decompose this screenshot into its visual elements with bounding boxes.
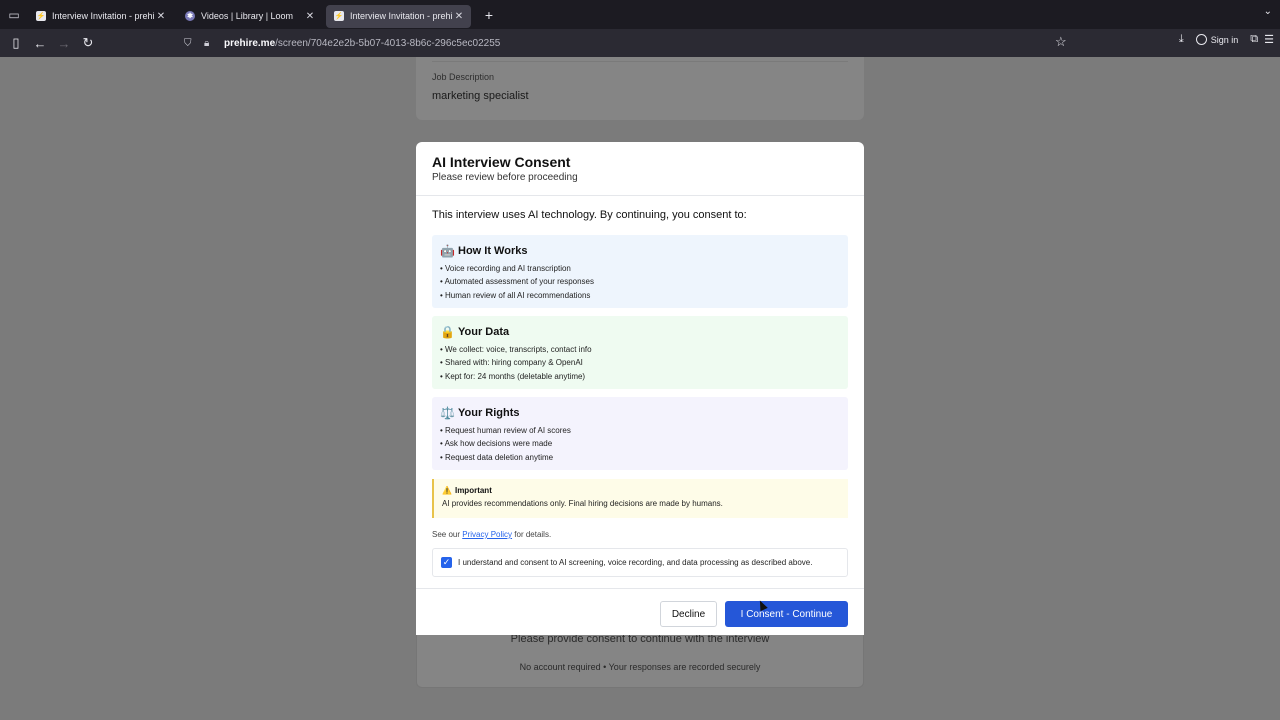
lock-icon: 🔒 bbox=[440, 325, 455, 339]
prehire-favicon-icon: ⚡ bbox=[36, 11, 46, 21]
privacy-policy-link[interactable]: Privacy Policy bbox=[462, 530, 512, 539]
close-icon[interactable]: ✕ bbox=[304, 11, 316, 22]
job-description-label: Job Description bbox=[432, 72, 495, 82]
bookmark-star-icon[interactable]: ☆ bbox=[1055, 34, 1067, 50]
section-title: Your Rights bbox=[458, 407, 520, 419]
privacy-suffix: for details. bbox=[512, 530, 552, 539]
modal-footer: Decline I Consent - Continue bbox=[416, 588, 864, 635]
account-icon bbox=[1195, 34, 1207, 45]
privacy-note: See our Privacy Policy for details. bbox=[432, 530, 551, 539]
list-item: • Request data deletion anytime bbox=[440, 452, 554, 462]
tab-title: Interview Invitation - prehire.me bbox=[52, 11, 155, 21]
loom-favicon-icon: ✱ bbox=[185, 11, 195, 21]
back-arrow-icon[interactable]: ← bbox=[28, 31, 52, 55]
list-item: • Automated assessment of your responses bbox=[440, 277, 594, 287]
extensions-icon[interactable]: ⧉ bbox=[1250, 33, 1258, 46]
section-title: Your Data bbox=[458, 326, 510, 338]
sign-in-button[interactable]: Sign in bbox=[1190, 31, 1245, 48]
notice-heading: ⚠️ Important bbox=[442, 486, 840, 495]
privacy-prefix: See our bbox=[432, 530, 463, 539]
close-icon[interactable]: ✕ bbox=[155, 11, 167, 22]
robot-icon: 🤖 bbox=[440, 244, 455, 258]
browser-tab-3[interactable]: ⚡ Interview Invitation - prehire.me ✕ bbox=[326, 4, 471, 28]
intro-text: This interview uses AI technology. By co… bbox=[432, 209, 747, 221]
toolbar-right: ⤓ Sign in ⧉ ☰ bbox=[1179, 31, 1274, 48]
section-heading: ⚖️ Your Rights bbox=[440, 406, 840, 420]
warning-icon: ⚠️ bbox=[442, 486, 452, 495]
section-heading: 🤖 How It Works bbox=[440, 244, 840, 258]
browser-tab-2[interactable]: ✱ Videos | Library | Loom ✕ bbox=[177, 5, 322, 28]
list-item: • Request human review of AI scores bbox=[440, 426, 571, 435]
your-data-section: 🔒 Your Data • We collect: voice, transcr… bbox=[432, 316, 848, 389]
scales-icon: ⚖️ bbox=[440, 406, 455, 420]
browser-nav-bar: ▯ ← → ↻ ⛉ 🔒︎ prehire.me/screen/704e2e2b-… bbox=[0, 29, 1280, 57]
modal-header: AI Interview Consent Please review befor… bbox=[416, 142, 864, 196]
job-card: Job Description marketing specialist bbox=[416, 57, 864, 120]
shield-icon[interactable]: ⛉ bbox=[184, 38, 198, 49]
close-icon[interactable]: ✕ bbox=[453, 11, 465, 22]
consent-modal: AI Interview Consent Please review befor… bbox=[416, 142, 864, 635]
menu-icon[interactable]: ☰ bbox=[1264, 33, 1274, 46]
list-item: • Kept for: 24 months (deletable anytime… bbox=[440, 371, 586, 381]
notice-text: AI provides recommendations only. Final … bbox=[442, 499, 723, 508]
list-item: • Ask how decisions were made bbox=[440, 439, 553, 449]
chevron-down-icon[interactable]: ⌄ bbox=[1264, 6, 1272, 17]
tab-title: Videos | Library | Loom bbox=[201, 11, 294, 21]
list-item: • Voice recording and AI transcription bbox=[440, 264, 571, 273]
job-description-value: marketing specialist bbox=[432, 90, 529, 102]
modal-title: AI Interview Consent bbox=[432, 154, 571, 170]
modal-subtitle: Please review before proceeding bbox=[432, 172, 578, 183]
consent-checkbox[interactable]: ✓ bbox=[441, 557, 452, 568]
browser-tab-1[interactable]: ⚡ Interview Invitation - prehire.me ✕ bbox=[28, 5, 173, 28]
url-host: prehire.me bbox=[224, 37, 276, 49]
security-note: No account required • Your responses are… bbox=[519, 662, 761, 672]
decline-button[interactable]: Decline bbox=[660, 601, 717, 627]
prehire-favicon-icon: ⚡ bbox=[334, 11, 344, 21]
download-icon[interactable]: ⤓ bbox=[1179, 33, 1184, 46]
section-title: How It Works bbox=[458, 245, 528, 257]
notice-title: Important bbox=[454, 486, 492, 495]
consent-continue-button[interactable]: I Consent - Continue bbox=[725, 601, 848, 627]
url-path: /screen/704e2e2b-5b07-4013-8b6c-296c5ec0… bbox=[275, 37, 501, 49]
list-item: • Shared with: hiring company & OpenAI bbox=[440, 358, 583, 368]
browser-tab-bar: ▭ ⚡ Interview Invitation - prehire.me ✕ … bbox=[0, 0, 1280, 29]
list-item: • We collect: voice, transcripts, contac… bbox=[440, 345, 592, 354]
address-bar[interactable]: ⛉ 🔒︎ prehire.me/screen/704e2e2b-5b07-401… bbox=[178, 33, 1078, 53]
reload-icon[interactable]: ↻ bbox=[76, 31, 100, 55]
lock-icon[interactable]: 🔒︎ bbox=[204, 38, 218, 49]
forward-arrow-icon[interactable]: → bbox=[52, 31, 76, 55]
new-tab-icon[interactable]: + bbox=[481, 7, 497, 23]
consent-label: I understand and consent to AI screening… bbox=[458, 558, 813, 567]
divider bbox=[432, 61, 848, 62]
sidebar-toggle-icon[interactable]: ▯ bbox=[4, 31, 28, 55]
sign-in-label: Sign in bbox=[1210, 34, 1239, 45]
tab-overview-icon[interactable]: ▭ bbox=[0, 0, 28, 29]
how-it-works-section: 🤖 How It Works • Voice recording and AI … bbox=[432, 235, 848, 308]
section-heading: 🔒 Your Data bbox=[440, 325, 840, 339]
tab-title: Interview Invitation - prehire.me bbox=[350, 11, 453, 21]
your-rights-section: ⚖️ Your Rights • Request human review of… bbox=[432, 397, 848, 470]
important-notice: ⚠️ Important AI provides recommendations… bbox=[432, 479, 848, 518]
consent-checkbox-row[interactable]: ✓ I understand and consent to AI screeni… bbox=[432, 548, 848, 577]
list-item: • Human review of all AI recommendations bbox=[440, 290, 591, 300]
